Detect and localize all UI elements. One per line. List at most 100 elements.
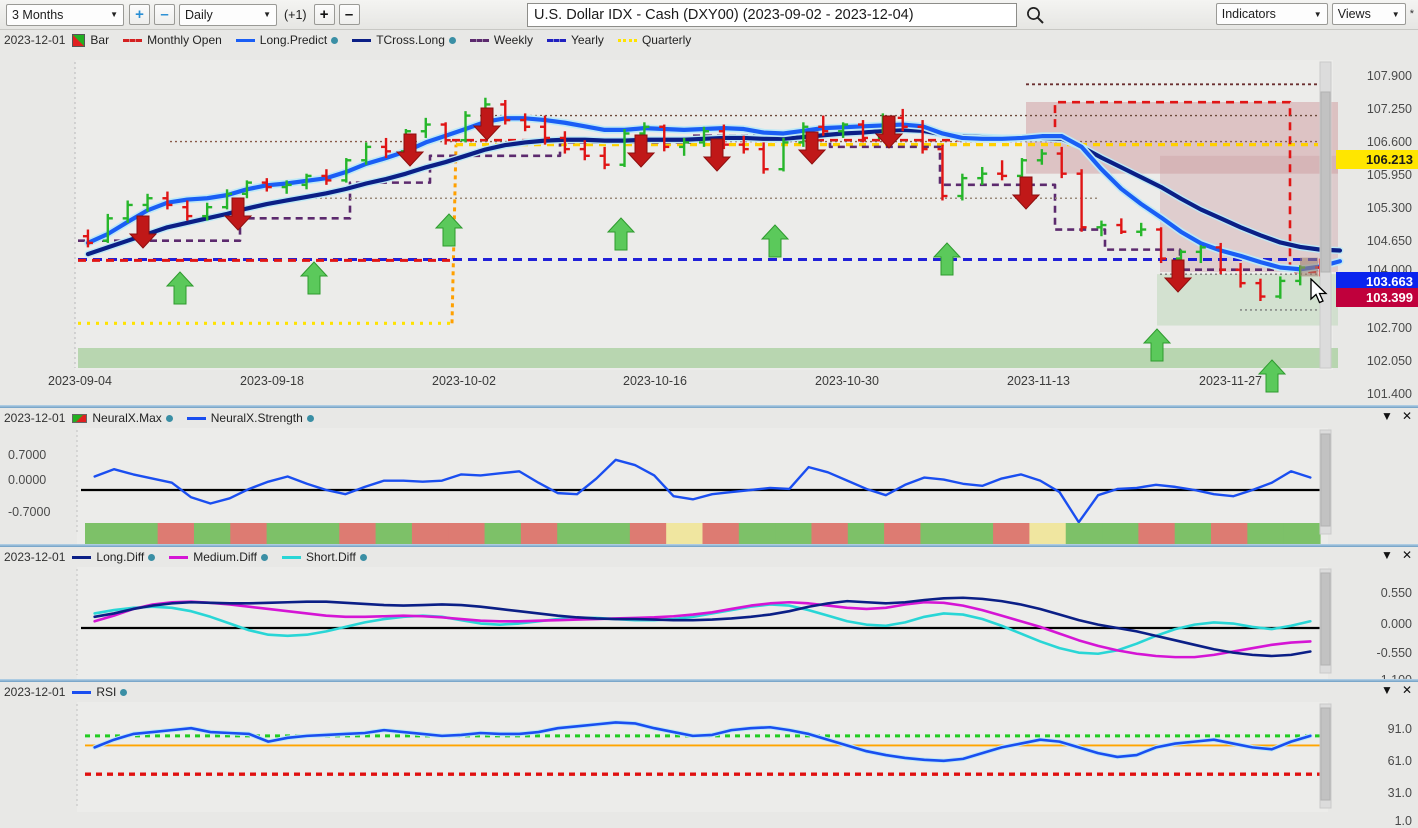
legend-item-weekly[interactable]: Weekly xyxy=(470,33,533,47)
neuralx-panel-date: 2023-12-01 xyxy=(4,411,65,425)
diff-panel-legend: 2023-12-01 Long.Diff Medium.Diff Short.D… xyxy=(0,547,1418,567)
diff-panel-date: 2023-12-01 xyxy=(4,550,65,564)
settings-dot-icon[interactable] xyxy=(166,415,173,422)
price-y-tick: 106.600 xyxy=(1367,135,1412,149)
rsi-panel-controls: ▼ ✕ xyxy=(1381,683,1412,697)
legend-item-yearly[interactable]: Yearly xyxy=(547,33,604,47)
range-minus-button[interactable]: – xyxy=(154,4,175,25)
legend-item-neuralx-max[interactable]: NeuralX.Max xyxy=(72,411,172,425)
price-y-tick: 104.650 xyxy=(1367,234,1412,248)
legend-label: Medium.Diff xyxy=(193,550,257,564)
rsi-plot-area[interactable]: 91.0 61.0 31.0 1.0 xyxy=(0,702,1418,812)
legend-label: Bar xyxy=(90,33,109,47)
collapse-icon[interactable]: ▼ xyxy=(1381,548,1393,562)
neuralx-panel-controls: ▼ ✕ xyxy=(1381,409,1412,423)
price-x-tick: 2023-11-13 xyxy=(1007,374,1070,388)
legend-item-neuralx-strength[interactable]: NeuralX.Strength xyxy=(187,411,314,425)
dash-swatch-icon xyxy=(123,39,142,42)
price-y-tick: 101.400 xyxy=(1367,387,1412,401)
rsi-y-tick: 91.0 xyxy=(1388,722,1412,736)
dash-swatch-icon xyxy=(470,39,489,42)
line-swatch-icon xyxy=(236,39,255,42)
diff-y-tick: -0.550 xyxy=(1377,646,1412,660)
settings-dot-icon[interactable] xyxy=(360,554,367,561)
settings-dot-icon[interactable] xyxy=(449,37,456,44)
chevron-down-icon: ▼ xyxy=(1392,10,1400,19)
price-plot-area[interactable]: 107.900 107.250 106.600 105.950 105.300 … xyxy=(0,50,1418,405)
diff-panel: 2023-12-01 Long.Diff Medium.Diff Short.D… xyxy=(0,547,1418,679)
legend-item-monthly-open[interactable]: Monthly Open xyxy=(123,33,222,47)
star-marker: * xyxy=(1410,8,1414,20)
line-swatch-icon xyxy=(169,556,188,559)
settings-dot-icon[interactable] xyxy=(307,415,314,422)
neuralx-y-tick: -0.7000 xyxy=(8,505,50,519)
offset-label: (+1) xyxy=(284,8,307,22)
price-chart-panel: 2023-12-01 Bar Monthly Open Long.Predict… xyxy=(0,30,1418,405)
settings-dot-icon[interactable] xyxy=(261,554,268,561)
price-y-tick: 105.300 xyxy=(1367,201,1412,215)
price-x-tick: 2023-10-02 xyxy=(432,374,496,388)
price-panel-legend: 2023-12-01 Bar Monthly Open Long.Predict… xyxy=(0,30,1418,50)
price-tag-close: 103.399 xyxy=(1336,288,1418,307)
collapse-icon[interactable]: ▼ xyxy=(1381,409,1393,423)
legend-item-rsi[interactable]: RSI xyxy=(72,685,127,699)
right-toolbar-group: Indicators ▼ Views ▼ * xyxy=(1216,3,1414,25)
legend-item-short-diff[interactable]: Short.Diff xyxy=(282,550,367,564)
legend-label: Weekly xyxy=(494,33,533,47)
legend-item-medium-diff[interactable]: Medium.Diff xyxy=(169,550,268,564)
diff-panel-controls: ▼ ✕ xyxy=(1381,548,1412,562)
settings-dot-icon[interactable] xyxy=(148,554,155,561)
close-icon[interactable]: ✕ xyxy=(1402,548,1412,562)
indicators-select[interactable]: Indicators ▼ xyxy=(1216,3,1328,25)
offset-plus-button[interactable]: + xyxy=(314,4,335,25)
collapse-icon[interactable]: ▼ xyxy=(1381,683,1393,697)
neuralx-panel-legend: 2023-12-01 NeuralX.Max NeuralX.Strength xyxy=(0,408,1418,428)
diff-plot-area[interactable]: 0.550 0.000 -0.550 -1.100 xyxy=(0,567,1418,679)
dot-swatch-icon xyxy=(618,39,637,42)
neuralx-panel: 2023-12-01 NeuralX.Max NeuralX.Strength … xyxy=(0,408,1418,544)
diff-y-tick: 0.550 xyxy=(1381,586,1412,600)
interval-select[interactable]: Daily ▼ xyxy=(179,4,277,26)
rsi-y-tick: 1.0 xyxy=(1395,814,1412,828)
price-panel-date: 2023-12-01 xyxy=(4,33,65,47)
rsi-panel-legend: 2023-12-01 RSI xyxy=(0,682,1418,702)
price-x-tick: 2023-10-30 xyxy=(815,374,879,388)
legend-label: Yearly xyxy=(571,33,604,47)
close-icon[interactable]: ✕ xyxy=(1402,683,1412,697)
range-plus-button[interactable]: + xyxy=(129,4,150,25)
views-select[interactable]: Views ▼ xyxy=(1332,3,1406,25)
neuralx-plot-area[interactable]: 0.7000 0.0000 -0.7000 xyxy=(0,428,1418,544)
offset-minus-button[interactable]: – xyxy=(339,4,360,25)
line-swatch-icon xyxy=(282,556,301,559)
price-x-tick: 2023-09-04 xyxy=(48,374,112,388)
price-y-tick: 102.050 xyxy=(1367,354,1412,368)
line-swatch-icon xyxy=(187,417,206,420)
chevron-down-icon: ▼ xyxy=(110,10,118,19)
price-x-tick: 2023-11-27 xyxy=(1199,374,1262,388)
neuralx-y-tick: 0.7000 xyxy=(8,448,46,462)
rsi-panel: 2023-12-01 RSI ▼ ✕ 91.0 61.0 31.0 1.0 xyxy=(0,682,1418,812)
price-chart-svg xyxy=(0,50,1418,405)
price-tag-monthly-open: 106.213 xyxy=(1336,150,1418,169)
price-x-tick: 2023-09-18 xyxy=(240,374,304,388)
rsi-panel-date: 2023-12-01 xyxy=(4,685,65,699)
close-icon[interactable]: ✕ xyxy=(1402,409,1412,423)
chevron-down-icon: ▼ xyxy=(1314,10,1322,19)
price-x-tick: 2023-10-16 xyxy=(623,374,687,388)
settings-dot-icon[interactable] xyxy=(120,689,127,696)
range-select-value: 3 Months xyxy=(12,8,63,22)
rsi-chart-svg xyxy=(0,702,1418,812)
legend-item-quarterly[interactable]: Quarterly xyxy=(618,33,691,47)
legend-item-tcross-long[interactable]: TCross.Long xyxy=(352,33,456,47)
legend-label: Long.Diff xyxy=(96,550,144,564)
interval-select-value: Daily xyxy=(185,8,213,22)
range-select[interactable]: 3 Months ▼ xyxy=(6,4,124,26)
legend-item-bar[interactable]: Bar xyxy=(72,33,109,47)
symbol-input[interactable]: U.S. Dollar IDX - Cash (DXY00) (2023-09-… xyxy=(527,3,1017,27)
legend-item-long-diff[interactable]: Long.Diff xyxy=(72,550,155,564)
bar-swatch-icon xyxy=(72,414,87,423)
settings-dot-icon[interactable] xyxy=(331,37,338,44)
price-y-tick: 107.900 xyxy=(1367,69,1412,83)
legend-item-long-predict[interactable]: Long.Predict xyxy=(236,33,338,47)
search-icon[interactable] xyxy=(1025,5,1045,25)
